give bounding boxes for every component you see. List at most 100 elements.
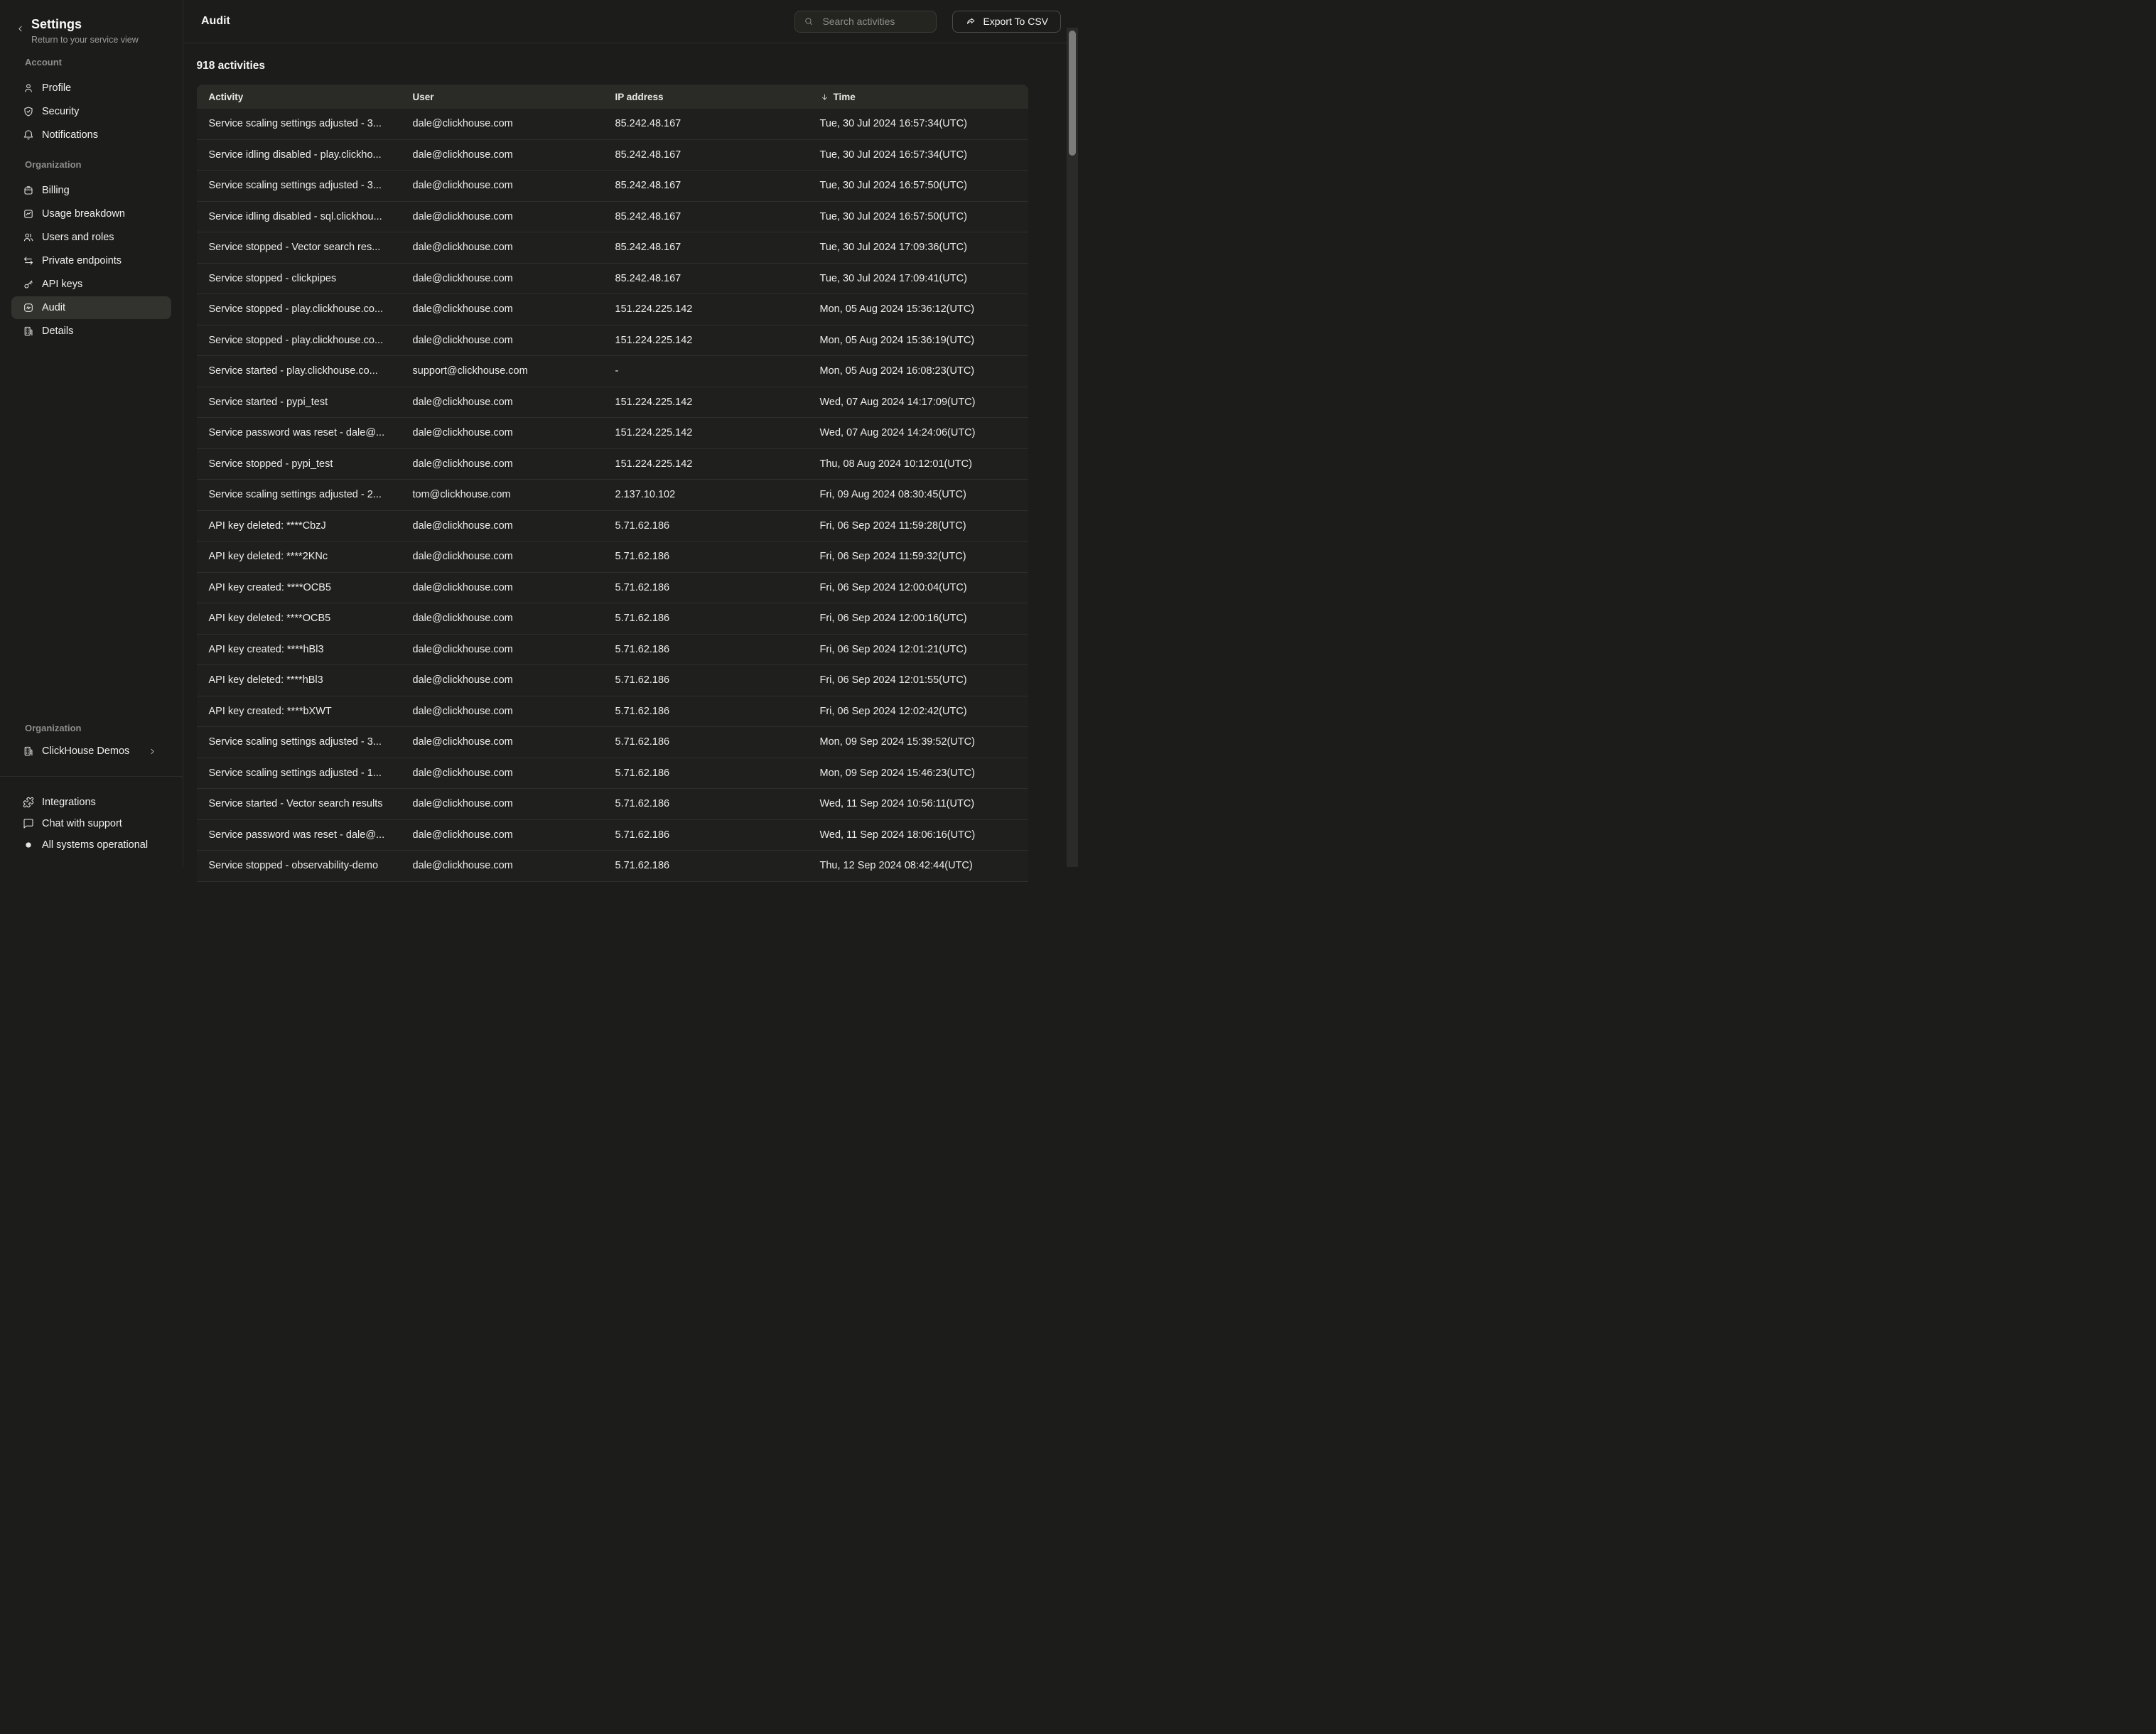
- chevron-left-icon[interactable]: [16, 24, 25, 33]
- shield-check-icon: [23, 106, 34, 117]
- table-row[interactable]: API key created: ****OCB5 dale@clickhous…: [197, 573, 1028, 604]
- table-row[interactable]: API key deleted: ****2KNc dale@clickhous…: [197, 542, 1028, 573]
- export-arrow-icon: [966, 16, 976, 27]
- table-row[interactable]: Service password was reset - dale@... da…: [197, 820, 1028, 851]
- table-row[interactable]: Service idling disabled - sql.clickhou..…: [197, 202, 1028, 233]
- sidebar-item-details[interactable]: Details: [11, 320, 171, 343]
- chevron-right-icon: [148, 747, 157, 756]
- table-row[interactable]: Service scaling settings adjusted - 3...…: [197, 727, 1028, 758]
- sidebar-item-label: Audit: [42, 302, 65, 313]
- topbar: Audit Export To CSV: [183, 0, 1067, 43]
- cell-activity: Service started - Vector search results: [197, 798, 401, 809]
- cell-time: Mon, 09 Sep 2024 15:46:23(UTC): [808, 768, 1028, 779]
- cell-time: Thu, 12 Sep 2024 08:42:44(UTC): [808, 860, 1028, 871]
- column-header-time[interactable]: Time: [808, 92, 1028, 102]
- sidebar-item-users-and-roles[interactable]: Users and roles: [11, 226, 171, 249]
- cell-user: support@clickhouse.com: [401, 365, 603, 377]
- cell-activity: Service stopped - observability-demo: [197, 860, 401, 871]
- table-row[interactable]: Service scaling settings adjusted - 3...…: [197, 171, 1028, 202]
- cell-activity: Service scaling settings adjusted - 3...: [197, 736, 401, 748]
- table-row[interactable]: Service stopped - pypi_test dale@clickho…: [197, 449, 1028, 480]
- cell-activity: API key deleted: ****2KNc: [197, 551, 401, 562]
- user-icon: [23, 82, 34, 94]
- cell-user: dale@clickhouse.com: [401, 335, 603, 346]
- cell-activity: Service password was reset - dale@...: [197, 829, 401, 841]
- sidebar-item-label: Notifications: [42, 129, 98, 141]
- cell-user: dale@clickhouse.com: [401, 736, 603, 748]
- column-header-user[interactable]: User: [401, 92, 603, 102]
- activities-count: 918 activities: [197, 60, 1067, 71]
- sidebar-item-security[interactable]: Security: [11, 100, 171, 123]
- table-row[interactable]: Service stopped - Vector search res... d…: [197, 232, 1028, 264]
- arrow-down-icon: [820, 92, 829, 102]
- building-icon: [23, 325, 34, 337]
- table-row[interactable]: API key deleted: ****OCB5 dale@clickhous…: [197, 603, 1028, 635]
- table-row[interactable]: API key created: ****bXWT dale@clickhous…: [197, 696, 1028, 728]
- search-input[interactable]: [821, 15, 927, 28]
- cell-user: dale@clickhouse.com: [401, 273, 603, 284]
- sidebar-item-label: Chat with support: [42, 818, 122, 829]
- cell-time: Wed, 11 Sep 2024 10:56:11(UTC): [808, 798, 1028, 809]
- cell-activity: API key deleted: ****hBl3: [197, 674, 401, 686]
- org-switcher-clickhouse-demos[interactable]: ClickHouse Demos: [11, 740, 171, 763]
- table-row[interactable]: Service idling disabled - play.clickho..…: [197, 140, 1028, 171]
- return-to-service-link[interactable]: Return to your service view: [31, 35, 139, 45]
- table-row[interactable]: Service password was reset - dale@... da…: [197, 418, 1028, 449]
- cell-activity: API key created: ****hBl3: [197, 644, 401, 655]
- table-row[interactable]: Service started - play.clickhouse.co... …: [197, 356, 1028, 387]
- sidebar-item-label: Details: [42, 325, 73, 337]
- sidebar-item-profile[interactable]: Profile: [11, 77, 171, 99]
- column-header-ip-address[interactable]: IP address: [603, 92, 808, 102]
- table-row[interactable]: API key deleted: ****CbzJ dale@clickhous…: [197, 511, 1028, 542]
- cell-time: Fri, 09 Aug 2024 08:30:45(UTC): [808, 489, 1028, 500]
- cell-time: Fri, 06 Sep 2024 12:00:16(UTC): [808, 613, 1028, 624]
- table-row[interactable]: Service stopped - clickpipes dale@clickh…: [197, 264, 1028, 295]
- cell-time: Fri, 06 Sep 2024 12:01:55(UTC): [808, 674, 1028, 686]
- cell-activity: API key created: ****OCB5: [197, 582, 401, 593]
- column-header-activity[interactable]: Activity: [197, 92, 401, 102]
- audit-content: 918 activities Activity User IP address …: [183, 60, 1067, 882]
- table-row[interactable]: Service scaling settings adjusted - 1...…: [197, 758, 1028, 790]
- section-label-account: Account: [0, 58, 183, 67]
- scrollbar-thumb[interactable]: [1069, 31, 1076, 156]
- table-row[interactable]: Service scaling settings adjusted - 2...…: [197, 480, 1028, 511]
- cell-time: Fri, 06 Sep 2024 11:59:32(UTC): [808, 551, 1028, 562]
- sidebar-item-label: All systems operational: [42, 839, 148, 851]
- sidebar-item-chat-with-support[interactable]: Chat with support: [11, 813, 171, 834]
- sidebar-item-integrations[interactable]: Integrations: [11, 792, 171, 812]
- table-row[interactable]: API key deleted: ****hBl3 dale@clickhous…: [197, 665, 1028, 696]
- cell-ip-address: 2.137.10.102: [603, 489, 808, 500]
- cell-user: dale@clickhouse.com: [401, 798, 603, 809]
- cell-ip-address: 151.224.225.142: [603, 397, 808, 408]
- table-row[interactable]: Service stopped - observability-demo dal…: [197, 851, 1028, 882]
- sidebar-item-billing[interactable]: Billing: [11, 179, 171, 202]
- table-row[interactable]: Service scaling settings adjusted - 3...…: [197, 109, 1028, 140]
- table-row[interactable]: Service stopped - play.clickhouse.co... …: [197, 325, 1028, 357]
- cell-ip-address: 151.224.225.142: [603, 427, 808, 438]
- sidebar-footer: Organization ClickHouse Demos Integratio…: [0, 723, 183, 867]
- sidebar-item-private-endpoints[interactable]: Private endpoints: [11, 249, 171, 272]
- sidebar-item-notifications[interactable]: Notifications: [11, 124, 171, 146]
- cell-time: Tue, 30 Jul 2024 17:09:36(UTC): [808, 242, 1028, 253]
- sidebar-item-all-systems-operational[interactable]: All systems operational: [11, 834, 171, 855]
- export-to-csv-button[interactable]: Export To CSV: [952, 11, 1061, 33]
- cell-activity: Service idling disabled - play.clickho..…: [197, 149, 401, 161]
- table-row[interactable]: Service started - Vector search results …: [197, 789, 1028, 820]
- search-box[interactable]: [794, 11, 937, 33]
- sidebar-item-audit[interactable]: Audit: [11, 296, 171, 319]
- sidebar-item-usage-breakdown[interactable]: Usage breakdown: [11, 203, 171, 225]
- audit-pulse-icon: [23, 302, 34, 313]
- cell-user: dale@clickhouse.com: [401, 458, 603, 470]
- cell-activity: Service scaling settings adjusted - 1...: [197, 768, 401, 779]
- cell-time: Tue, 30 Jul 2024 16:57:50(UTC): [808, 180, 1028, 191]
- cell-ip-address: 85.242.48.167: [603, 211, 808, 222]
- table-row[interactable]: Service started - pypi_test dale@clickho…: [197, 387, 1028, 419]
- table-row[interactable]: API key created: ****hBl3 dale@clickhous…: [197, 635, 1028, 666]
- scrollbar-track[interactable]: [1067, 28, 1078, 867]
- key-icon: [23, 279, 34, 290]
- cell-ip-address: 85.242.48.167: [603, 273, 808, 284]
- sidebar-item-api-keys[interactable]: API keys: [11, 273, 171, 296]
- table-row[interactable]: Service stopped - play.clickhouse.co... …: [197, 294, 1028, 325]
- settings-sidebar: Settings Return to your service view Acc…: [0, 0, 183, 867]
- cell-ip-address: 151.224.225.142: [603, 335, 808, 346]
